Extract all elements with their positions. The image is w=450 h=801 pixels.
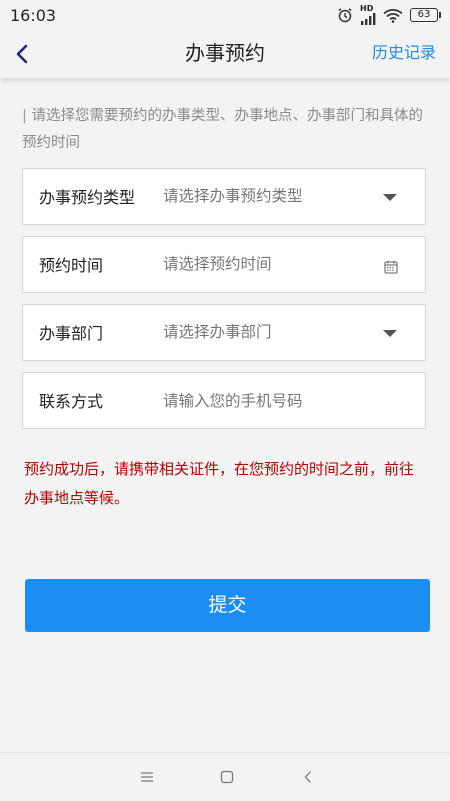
- network-label: HD: [360, 4, 374, 13]
- status-time: 16:03: [10, 5, 57, 25]
- appointment-type-label: 办事预约类型: [39, 188, 136, 207]
- department-placeholder: 请选择办事部门: [163, 323, 272, 341]
- alarm-icon: [337, 7, 353, 23]
- back-icon[interactable]: [298, 767, 318, 787]
- submit-button[interactable]: 提交: [25, 579, 430, 632]
- appointment-type-select[interactable]: 办事预约类型 请选择办事预约类型: [22, 168, 426, 225]
- chevron-left-icon: [15, 44, 29, 64]
- back-button[interactable]: [10, 42, 34, 66]
- caret-down-icon: [383, 194, 397, 201]
- wifi-icon: [383, 8, 403, 23]
- appointment-time-label: 预约时间: [39, 256, 104, 275]
- home-icon[interactable]: [217, 767, 237, 787]
- instruction-hint: | 请选择您需要预约的办事类型、办事地点、办事部门和具体的预约时间: [22, 103, 430, 157]
- notice-text: 预约成功后，请携带相关证件，在您预约的时间之前，前往办事地点等候。: [24, 460, 415, 507]
- contact-field: 联系方式: [22, 372, 426, 429]
- caret-down-icon: [383, 330, 397, 337]
- hint-bar: |: [22, 108, 27, 124]
- battery-icon: 63: [410, 8, 441, 22]
- department-label: 办事部门: [39, 324, 104, 343]
- status-bar: 16:03 HD 63: [0, 0, 450, 30]
- signal-icon: HD: [360, 5, 376, 25]
- appointment-time-picker[interactable]: 预约时间 请选择预约时间: [22, 236, 426, 293]
- phone-number-input[interactable]: [163, 387, 393, 415]
- hint-text: 请选择您需要预约的办事类型、办事地点、办事部门和具体的预约时间: [22, 108, 423, 151]
- system-nav-bar: [0, 752, 450, 801]
- history-records-link[interactable]: 历史记录: [372, 30, 436, 78]
- department-select[interactable]: 办事部门 请选择办事部门: [22, 304, 426, 361]
- menu-icon[interactable]: [137, 767, 157, 787]
- header-bar: 办事预约 历史记录: [0, 30, 450, 78]
- appointment-type-placeholder: 请选择办事预约类型: [163, 187, 303, 205]
- contact-label: 联系方式: [39, 392, 104, 411]
- calendar-icon: [384, 259, 398, 278]
- appointment-time-placeholder: 请选择预约时间: [163, 255, 272, 273]
- status-icons: HD 63: [337, 5, 441, 25]
